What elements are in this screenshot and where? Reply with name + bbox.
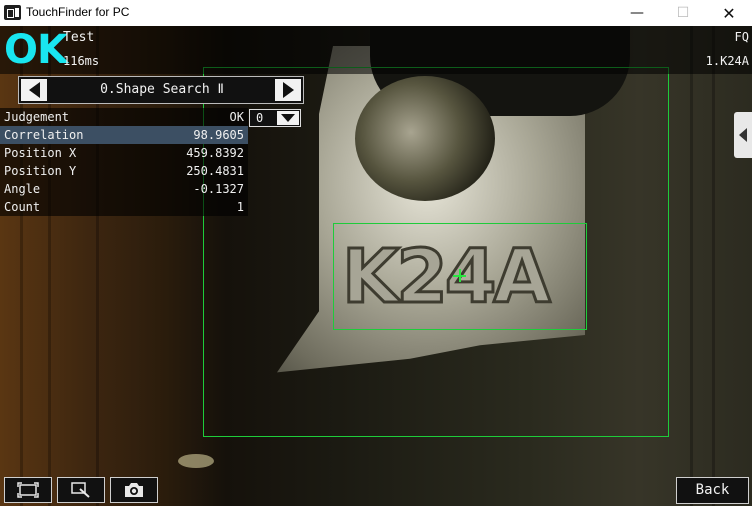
processing-time: 116ms (63, 54, 100, 68)
result-row-correlation[interactable]: Correlation 98.9605 (0, 126, 248, 144)
judgement-label: Judgement (4, 110, 70, 124)
result-row-count[interactable]: Count 1 (0, 198, 248, 216)
background-stripe (712, 26, 715, 506)
side-panel-toggle[interactable] (734, 112, 752, 158)
scene-id: 1.K24A (705, 54, 749, 68)
arrow-right-icon (282, 82, 294, 98)
result-row-position-x[interactable]: Position X 459.8392 (0, 144, 248, 162)
inspection-item-selector: 0.Shape Search Ⅱ (18, 76, 304, 104)
result-label: Position Y (4, 164, 77, 178)
arrow-left-icon (28, 82, 40, 98)
previous-item-button[interactable] (21, 79, 47, 101)
result-value: -0.1327 (193, 182, 244, 196)
back-button[interactable]: Back (676, 477, 749, 504)
scene-name: Test (63, 30, 95, 45)
result-value: 1 (236, 200, 244, 214)
result-label: Count (4, 200, 41, 214)
result-value: 98.9605 (193, 128, 244, 142)
overall-judgement: OK (4, 27, 68, 73)
result-label: Correlation (4, 128, 84, 142)
result-value: 459.8392 (186, 146, 244, 160)
light-glint (178, 454, 214, 468)
fit-screen-button[interactable] (4, 477, 52, 503)
zoom-icon (71, 482, 90, 498)
chevron-down-icon (281, 114, 295, 122)
touchfinder-app-icon (4, 5, 21, 20)
fit-screen-icon (17, 482, 39, 498)
next-item-button[interactable] (275, 79, 301, 101)
close-button[interactable]: ✕ (706, 0, 752, 26)
judgement-row: Judgement OK (0, 108, 248, 126)
results-panel: Judgement OK Correlation 98.9605 Positio… (0, 108, 248, 216)
result-row-angle[interactable]: Angle -0.1327 (0, 180, 248, 198)
judgement-dropdown[interactable]: 0 (249, 109, 301, 127)
judgement-dropdown-value: 0 (256, 111, 264, 125)
judgement-value: OK (229, 110, 244, 124)
result-label: Angle (4, 182, 41, 196)
status-header (0, 26, 752, 74)
mode-label: FQ (734, 30, 749, 44)
maximize-button[interactable]: ☐ (660, 0, 706, 26)
window-title: TouchFinder for PC (26, 5, 130, 19)
result-row-position-y[interactable]: Position Y 250.4831 (0, 162, 248, 180)
result-value: 250.4831 (186, 164, 244, 178)
minimize-button[interactable]: — (614, 0, 660, 26)
camera-icon (125, 483, 143, 497)
chevron-left-icon (739, 128, 747, 142)
match-center-crosshair (453, 269, 466, 282)
background-stripe (690, 26, 693, 506)
capture-button[interactable] (110, 477, 158, 503)
title-bar: TouchFinder for PC — ☐ ✕ (0, 0, 752, 26)
result-label: Position X (4, 146, 77, 160)
current-item-name: 0.Shape Search Ⅱ (100, 82, 224, 97)
dropdown-toggle-button[interactable] (277, 111, 299, 125)
zoom-button[interactable] (57, 477, 105, 503)
